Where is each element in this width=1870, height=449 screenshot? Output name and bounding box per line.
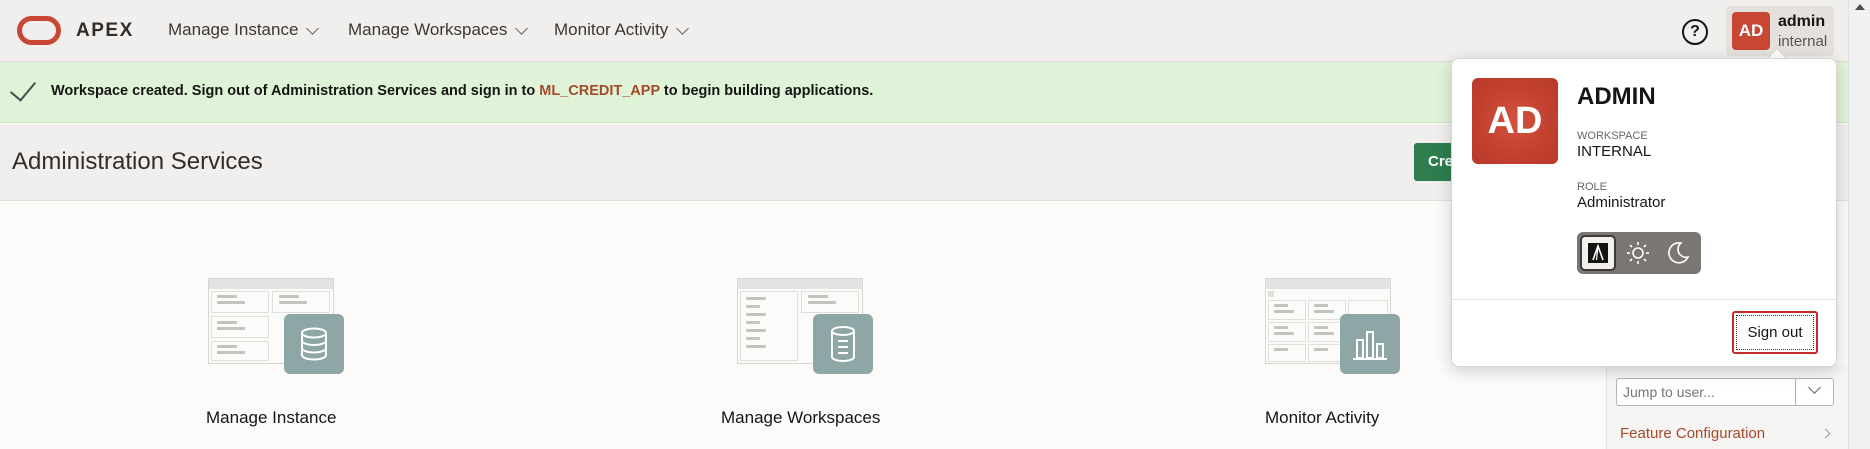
jump-to-user-dropdown[interactable] (1796, 378, 1834, 406)
moon-icon (1668, 241, 1690, 264)
oracle-logo-icon[interactable] (17, 16, 61, 45)
nav-manage-instance[interactable]: Manage Instance (168, 20, 320, 40)
bar-chart-icon (1340, 314, 1400, 374)
avatar: AD (1732, 12, 1770, 50)
user-profile-popup: AD ADMIN WORKSPACE INTERNAL ROLE Adminis… (1451, 58, 1837, 367)
nav-label: Monitor Activity (554, 20, 669, 39)
help-icon[interactable]: ? (1682, 19, 1708, 45)
avatar-large: AD (1472, 78, 1558, 164)
user-workspace: internal (1778, 33, 1828, 50)
user-menu-button[interactable]: AD admin internal (1726, 6, 1834, 56)
feature-configuration-link[interactable]: Feature Configuration (1620, 425, 1765, 442)
nav-label: Manage Instance (168, 20, 299, 39)
chevron-down-icon (1808, 381, 1821, 394)
page-title: Administration Services (12, 148, 263, 175)
brand-name[interactable]: APEX (76, 20, 134, 42)
nav-monitor-activity[interactable]: Monitor Activity (554, 20, 690, 40)
card-label[interactable]: Manage Instance (206, 408, 336, 428)
popup-divider (1452, 299, 1836, 300)
page-scrollbar[interactable] (1848, 0, 1870, 449)
workspace-link[interactable]: ML_CREDIT_APP (539, 83, 660, 99)
role-label: ROLE (1577, 181, 1607, 193)
profile-name: ADMIN (1577, 83, 1656, 110)
cylinder-list-icon (813, 314, 873, 374)
sun-icon (1627, 242, 1649, 264)
alert-message: Workspace created. Sign out of Administr… (51, 83, 873, 99)
chevron-down-icon (515, 21, 529, 35)
manage-workspaces-card[interactable] (737, 278, 873, 376)
theme-light-button[interactable] (1620, 235, 1656, 271)
chevron-down-icon (676, 21, 690, 35)
monitor-activity-card[interactable] (1265, 278, 1400, 376)
sign-out-button[interactable]: Sign out (1732, 311, 1818, 354)
manage-instance-card[interactable] (208, 278, 344, 376)
card-label[interactable]: Manage Workspaces (721, 408, 880, 428)
jump-to-user-input[interactable] (1616, 378, 1796, 406)
auto-icon (1588, 243, 1608, 263)
checkmark-icon (9, 74, 37, 102)
chevron-down-icon (306, 21, 320, 35)
alert-text-after: to begin building applications. (659, 83, 874, 99)
nav-manage-workspaces[interactable]: Manage Workspaces (348, 20, 529, 40)
card-label[interactable]: Monitor Activity (1265, 408, 1379, 428)
role-value: Administrator (1577, 194, 1666, 211)
top-header: APEX Manage Instance Manage Workspaces M… (0, 0, 1848, 62)
scroll-up-arrow-icon[interactable] (1855, 4, 1865, 10)
workspace-label: WORKSPACE (1577, 130, 1648, 142)
theme-dark-button[interactable] (1660, 235, 1696, 271)
theme-switcher (1577, 232, 1701, 274)
workspace-value: INTERNAL (1577, 143, 1652, 160)
theme-auto-button[interactable] (1580, 235, 1616, 271)
nav-label: Manage Workspaces (348, 20, 508, 39)
user-name: admin (1778, 13, 1826, 30)
database-icon (284, 314, 344, 374)
alert-text-before: Workspace created. Sign out of Administr… (51, 83, 540, 99)
